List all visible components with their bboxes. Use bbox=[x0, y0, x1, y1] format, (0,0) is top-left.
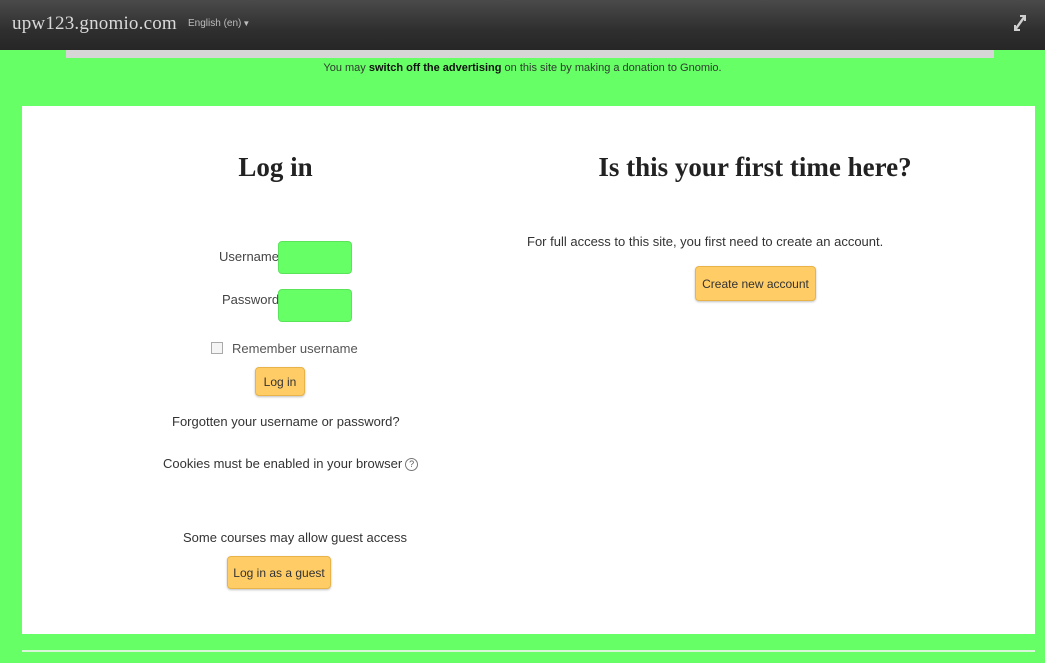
guest-login-button[interactable]: Log in as a guest bbox=[227, 556, 331, 589]
login-card bbox=[22, 106, 1035, 634]
username-field[interactable] bbox=[278, 241, 352, 274]
chevron-down-icon: ▼ bbox=[242, 19, 251, 28]
cookies-notice-text: Cookies must be enabled in your browser bbox=[163, 456, 403, 471]
create-account-button[interactable]: Create new account bbox=[695, 266, 816, 301]
remember-username-label: Remember username bbox=[232, 341, 358, 356]
first-time-title: Is this your first time here? bbox=[598, 152, 912, 182]
site-name-link[interactable]: upw123.gnomio.com bbox=[12, 13, 177, 35]
cookies-notice: Cookies must be enabled in your browser? bbox=[163, 456, 419, 471]
bottom-divider bbox=[22, 650, 1035, 652]
login-title: Log in bbox=[238, 152, 313, 182]
switch-off-ads-link[interactable]: switch off the advertising bbox=[369, 62, 502, 74]
remember-username-checkbox[interactable] bbox=[211, 342, 223, 354]
expand-icon[interactable] bbox=[1011, 12, 1029, 34]
ad-strip bbox=[66, 50, 994, 58]
password-field[interactable] bbox=[278, 289, 352, 322]
ad-banner-suffix: on this site by making a donation to Gno… bbox=[501, 62, 722, 74]
guest-access-text: Some courses may allow guest access bbox=[183, 530, 407, 545]
password-label: Password bbox=[222, 292, 280, 307]
login-button[interactable]: Log in bbox=[255, 367, 305, 396]
username-label: Username bbox=[219, 249, 279, 264]
forgot-password-link[interactable]: Forgotten your username or password? bbox=[172, 414, 400, 429]
help-icon[interactable]: ? bbox=[405, 458, 419, 471]
language-label: English (en) bbox=[188, 18, 242, 29]
ad-banner-prefix: You may bbox=[323, 62, 369, 74]
ad-banner: You may switch off the advertising on th… bbox=[0, 62, 1045, 74]
signup-text: For full access to this site, you first … bbox=[527, 234, 884, 249]
top-navbar: upw123.gnomio.com English (en)▼ bbox=[0, 0, 1045, 50]
language-menu[interactable]: English (en)▼ bbox=[188, 18, 250, 29]
